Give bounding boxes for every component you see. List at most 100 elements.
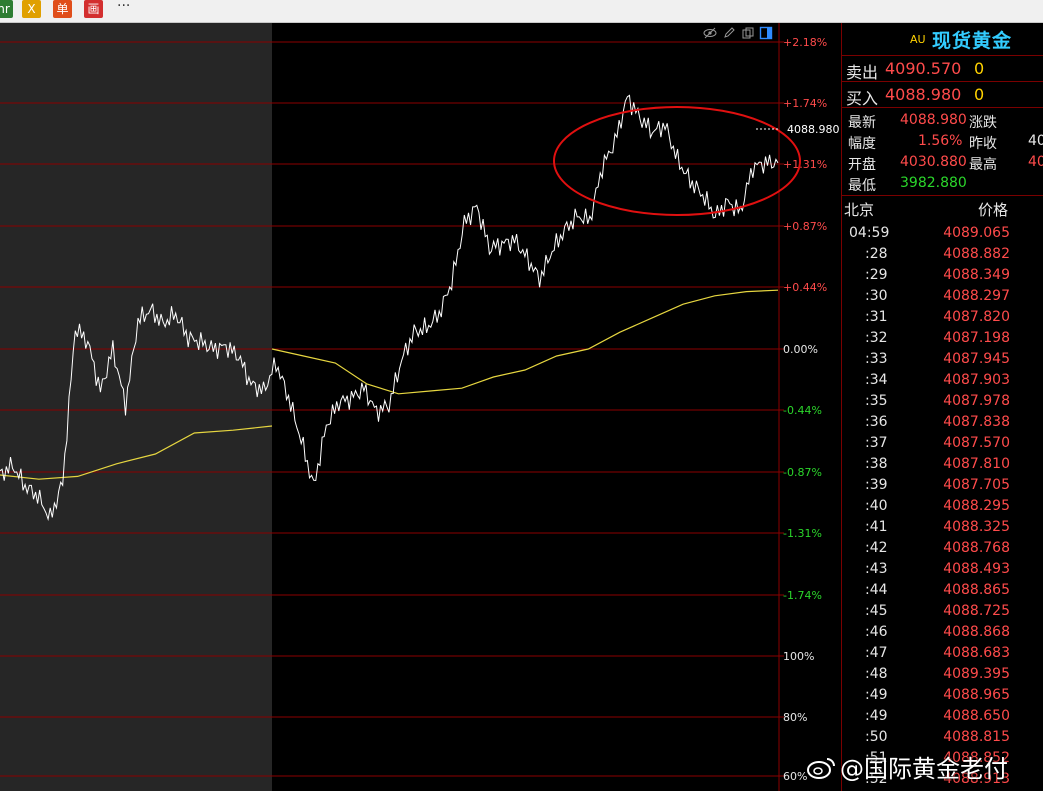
tick-row[interactable]: :41 4088.325: [842, 517, 1043, 538]
y-axis-labels: +2.18% +1.74% +1.31% +0.87% +0.44% 0.00% -0.44…: [783, 36, 827, 783]
y-axis-tick-label: -1.74%: [783, 589, 822, 602]
open-label: 开盘: [848, 157, 876, 173]
tick-price: 4088.349: [943, 267, 1010, 283]
tick-price: 4087.820: [943, 309, 1010, 325]
tick-row[interactable]: :34 4087.903: [842, 370, 1043, 391]
range-value: 1.56%: [918, 133, 963, 149]
y-axis-tick-label: +0.44%: [783, 281, 827, 294]
buy-price: 4088.980: [885, 85, 962, 104]
y-axis-tick-label: 80%: [783, 711, 807, 724]
tick-price: 4089.065: [943, 225, 1010, 241]
tick-time: :36: [865, 414, 888, 430]
pencil-icon[interactable]: [722, 26, 736, 40]
tick-price: 4088.325: [943, 519, 1010, 535]
tick-time: :45: [865, 603, 888, 619]
tick-price: 4087.570: [943, 435, 1010, 451]
tick-time: :43: [865, 561, 888, 577]
tick-price: 4088.868: [943, 624, 1010, 640]
y-axis-tick-label: 100%: [783, 650, 814, 663]
watermark: @国际黄金老付: [806, 749, 1008, 783]
symbol-name[interactable]: 现货黄金: [932, 26, 1012, 53]
tick-time: :49: [865, 708, 888, 724]
y-axis-tick-label: -0.44%: [783, 404, 822, 417]
low-value: 3982.880: [900, 175, 967, 191]
tick-time: :32: [865, 330, 888, 346]
prev-close-label: 昨收: [969, 136, 997, 152]
tick-price: 4088.725: [943, 603, 1010, 619]
tick-price: 4088.297: [943, 288, 1010, 304]
tick-row[interactable]: :42 4088.768: [842, 538, 1043, 559]
tick-price: 4088.965: [943, 687, 1010, 703]
tick-time: :47: [865, 645, 888, 661]
y-axis-tick-label: 0.00%: [783, 343, 818, 356]
tick-row[interactable]: :48 4089.395: [842, 664, 1043, 685]
tick-row[interactable]: :29 4088.349: [842, 265, 1043, 286]
tick-row[interactable]: :45 4088.725: [842, 601, 1043, 622]
tick-price: 4088.650: [943, 708, 1010, 724]
eye-icon[interactable]: [703, 26, 717, 40]
toolbar-button-draw[interactable]: 画: [84, 0, 103, 18]
tick-time: :50: [865, 729, 888, 745]
high-label: 最高: [969, 157, 997, 173]
tick-row[interactable]: :50 4088.815: [842, 727, 1043, 748]
tick-row[interactable]: :35 4087.978: [842, 391, 1043, 412]
tick-price: 4088.295: [943, 498, 1010, 514]
toolbar-button-excel[interactable]: X: [22, 0, 41, 18]
tick-row[interactable]: :33 4087.945: [842, 349, 1043, 370]
sell-label: 卖出: [846, 63, 879, 82]
tick-row[interactable]: :31 4087.820: [842, 307, 1043, 328]
y-axis-tick-label: 60%: [783, 770, 807, 783]
tick-price: 4087.838: [943, 414, 1010, 430]
tick-row[interactable]: :40 4088.295: [842, 496, 1043, 517]
change-label: 涨跌: [969, 115, 997, 131]
toolbar-button-order[interactable]: 单: [53, 0, 72, 18]
average-price-line-current: [271, 289, 779, 395]
symbol-tag: AU: [910, 33, 926, 46]
latest-label: 最新: [848, 115, 876, 131]
tick-time: :46: [865, 624, 888, 640]
tick-price: 4087.903: [943, 372, 1010, 388]
tick-row[interactable]: :28 4088.882: [842, 244, 1043, 265]
tick-time: :38: [865, 456, 888, 472]
tick-price: 4087.705: [943, 477, 1010, 493]
tick-time: :31: [865, 309, 888, 325]
tick-row[interactable]: :32 4087.198: [842, 328, 1043, 349]
toolbar-button-order-label: 单: [56, 2, 69, 16]
tick-row[interactable]: :37 4087.570: [842, 433, 1043, 454]
previous-session-background: [0, 23, 272, 791]
tick-row[interactable]: :49 4088.965: [842, 685, 1043, 706]
tick-row[interactable]: :39 4087.705: [842, 475, 1043, 496]
tick-time: :35: [865, 393, 888, 409]
tick-time: :29: [865, 267, 888, 283]
tick-row[interactable]: :36 4087.838: [842, 412, 1043, 433]
tick-row[interactable]: :43 4088.493: [842, 559, 1043, 580]
tick-row[interactable]: 04:59 4089.065: [842, 223, 1043, 244]
tick-time: :33: [865, 351, 888, 367]
open-value: 4030.880: [900, 154, 967, 170]
tick-time: 04:59: [849, 225, 890, 241]
prev-close-value: 40: [1028, 133, 1043, 149]
more-menu-button[interactable]: ···: [117, 0, 130, 14]
tick-row[interactable]: :49 4088.650: [842, 706, 1043, 727]
intraday-chart[interactable]: +2.18% +1.74% +1.31% +0.87% +0.44% 0.00% -0.44…: [0, 23, 840, 791]
tick-row[interactable]: :38 4087.810: [842, 454, 1043, 475]
panel-toggle-icon[interactable]: [759, 26, 773, 40]
tick-price: 4088.815: [943, 729, 1010, 745]
tick-time: :34: [865, 372, 888, 388]
copy-icon[interactable]: [741, 26, 755, 40]
y-axis-tick-label: +1.74%: [783, 97, 827, 110]
buy-label: 买入: [846, 89, 879, 108]
sell-price: 4090.570: [885, 59, 962, 78]
sell-row[interactable]: 卖出 4090.570 0: [842, 56, 1043, 82]
tick-time: :44: [865, 582, 888, 598]
tick-row[interactable]: :44 4088.865: [842, 580, 1043, 601]
low-label: 最低: [848, 178, 876, 194]
watermark-text: @国际黄金老付: [840, 755, 1008, 783]
tick-time: :30: [865, 288, 888, 304]
tick-row[interactable]: :46 4088.868: [842, 622, 1043, 643]
tick-row[interactable]: :30 4088.297: [842, 286, 1043, 307]
tick-row[interactable]: :47 4088.683: [842, 643, 1043, 664]
tick-time: :37: [865, 435, 888, 451]
buy-row[interactable]: 买入 4088.980 0: [842, 82, 1043, 108]
toolbar-button-1[interactable]: nr: [0, 0, 13, 18]
